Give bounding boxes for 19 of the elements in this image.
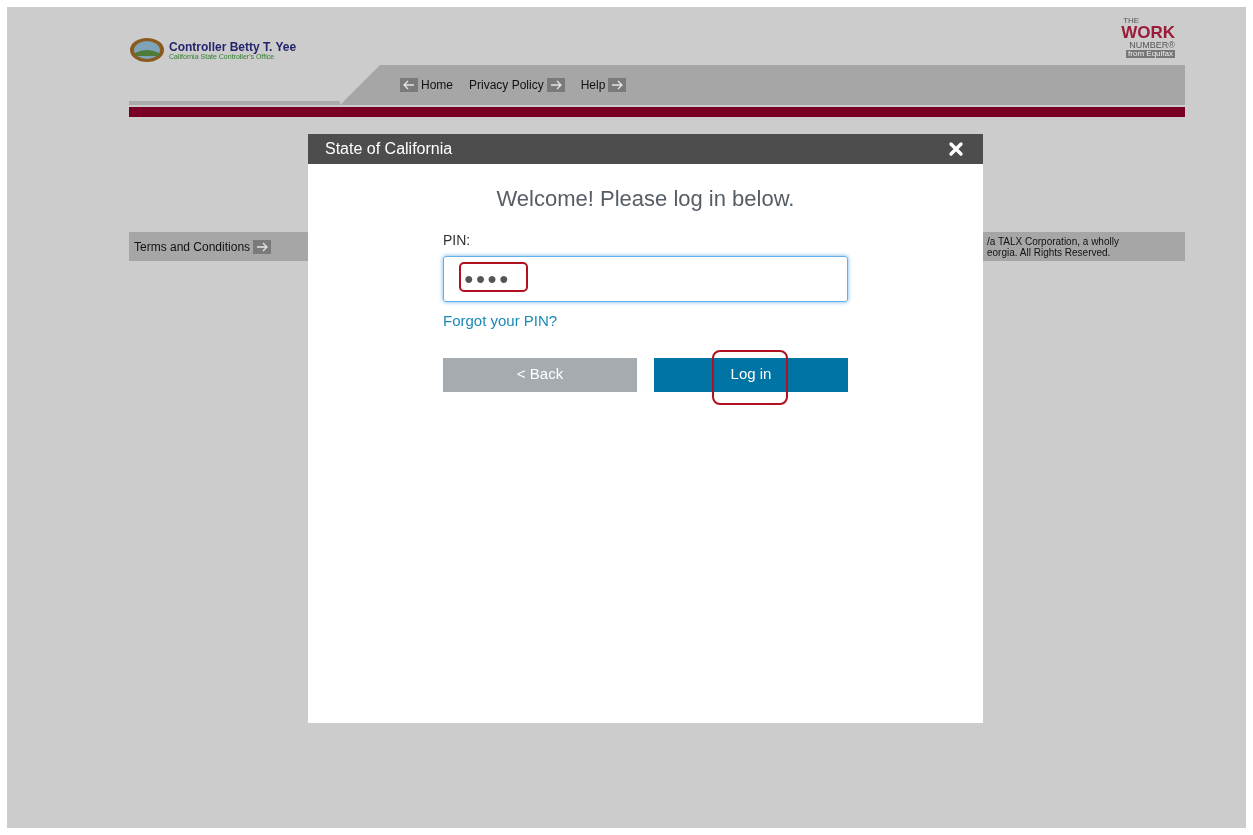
pin-label: PIN: [443,231,472,250]
right-arrow-icon [608,78,627,92]
forgot-pin-link[interactable]: Forgot your PIN? [443,310,848,333]
highlight-outline [459,262,528,292]
login-button[interactable]: Log in [654,357,848,392]
partner-logo: THE WORK NUMBER® from Equifax [1121,17,1175,58]
copyright-text: eorgia. All Rights Reserved. [987,246,1111,258]
site-title: Controller Betty T. Yee [169,40,297,53]
left-arrow-icon [400,78,418,92]
pin-field[interactable]: ●●●● [443,256,848,302]
nav-link[interactable]: Home [400,76,453,94]
copyright-text: /a TALX Corporation, a wholly [987,235,1119,247]
welcome-heading: Welcome! Please log in below. [496,185,795,213]
terms-link[interactable]: Terms and Conditions [134,237,272,256]
nav-link[interactable]: Help [580,76,627,94]
dialog-title: State of California [325,139,453,159]
close-icon[interactable] [946,139,966,159]
nav-link[interactable]: Privacy Policy [469,76,565,94]
state-seal-icon [129,37,165,63]
